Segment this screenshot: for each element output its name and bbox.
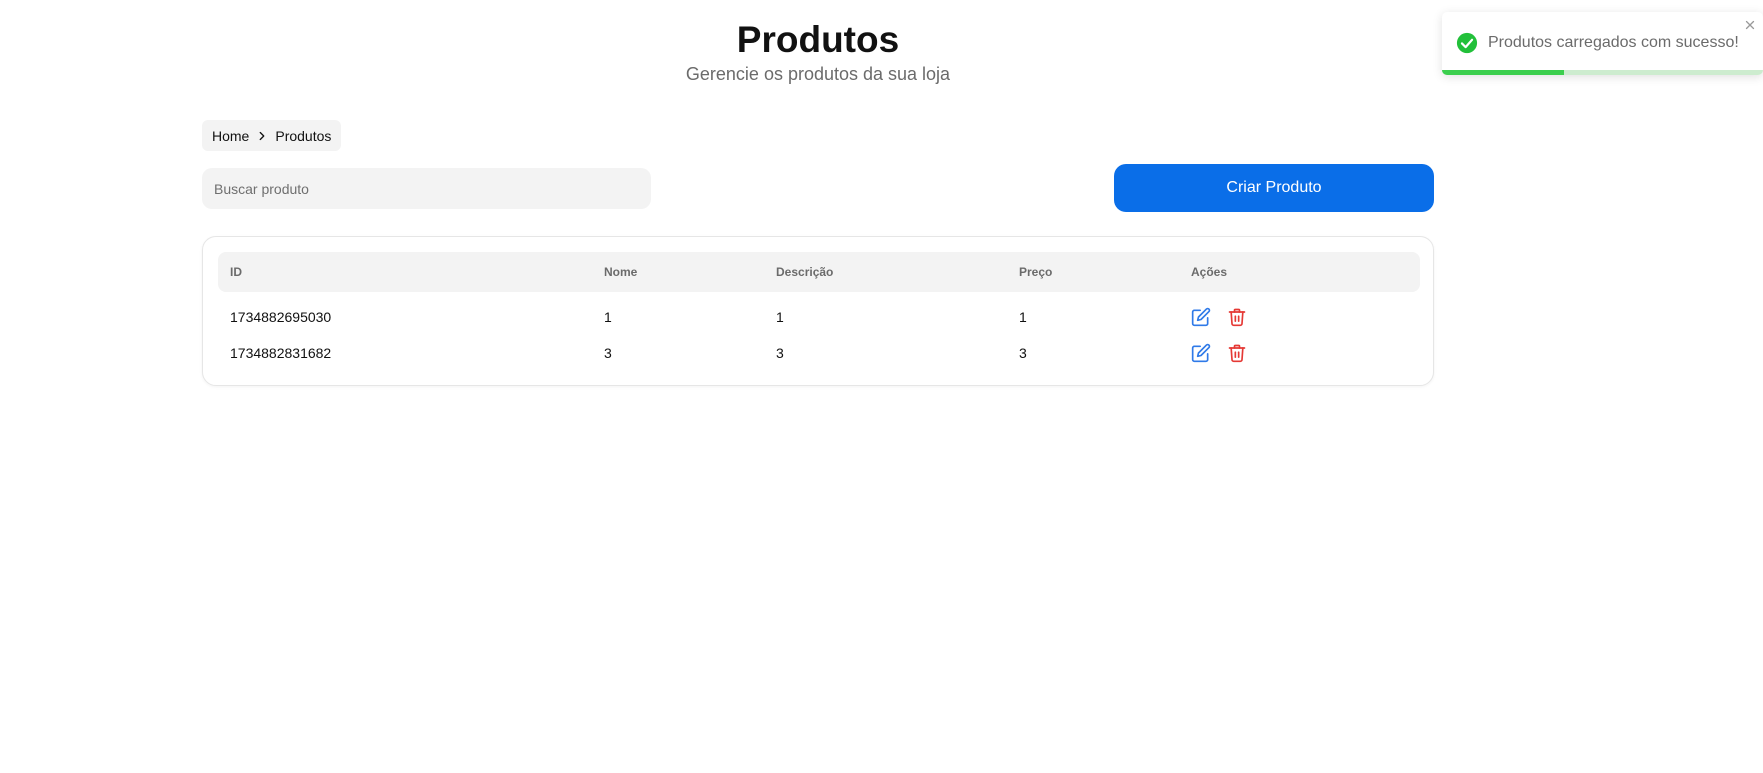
table-header: ID Nome Descrição Preço Ações <box>218 252 1420 292</box>
column-header-preco: Preço <box>1019 265 1053 279</box>
page: Produtos Gerencie os produtos da sua loj… <box>0 0 1763 773</box>
breadcrumb-produtos[interactable]: Produtos <box>275 128 331 144</box>
cell-nome: 1 <box>604 309 612 325</box>
cell-id: 1734882831682 <box>230 345 332 361</box>
success-toast: Produtos carregados com sucesso! <box>1442 12 1763 75</box>
close-icon[interactable] <box>1743 18 1757 32</box>
column-header-descricao: Descrição <box>776 265 834 279</box>
table-row: 1734882695030 1 1 1 <box>218 299 1420 335</box>
column-header-id: ID <box>230 265 242 279</box>
chevron-right-icon <box>255 129 269 143</box>
cell-preco: 3 <box>1019 345 1027 361</box>
table-row: 1734882831682 3 3 3 <box>218 335 1420 371</box>
cell-preco: 1 <box>1019 309 1027 325</box>
cell-id: 1734882695030 <box>230 309 332 325</box>
check-circle-icon <box>1456 32 1478 54</box>
page-title: Produtos <box>736 19 900 60</box>
cell-descricao: 3 <box>776 345 784 361</box>
cell-actions <box>1191 299 1247 335</box>
breadcrumb-home[interactable]: Home <box>212 128 249 144</box>
column-header-nome: Nome <box>604 265 638 279</box>
delete-icon[interactable] <box>1227 343 1247 363</box>
toast-message: Produtos carregados com sucesso! <box>1488 34 1739 51</box>
breadcrumb: Home Produtos <box>202 120 342 151</box>
page-subtitle: Gerencie os produtos da sua loja <box>685 64 951 84</box>
edit-icon[interactable] <box>1191 343 1211 363</box>
column-header-acoes: Ações <box>1191 265 1228 279</box>
cell-descricao: 1 <box>776 309 784 325</box>
toast-progress-bar <box>1442 70 1564 75</box>
cell-nome: 3 <box>604 345 612 361</box>
delete-icon[interactable] <box>1227 307 1247 327</box>
cell-actions <box>1191 335 1247 371</box>
edit-icon[interactable] <box>1191 307 1211 327</box>
create-product-button[interactable]: Criar Produto <box>1114 164 1434 212</box>
search-input[interactable] <box>202 168 651 209</box>
products-table: ID Nome Descrição Preço Ações 1734882695… <box>202 236 1434 386</box>
